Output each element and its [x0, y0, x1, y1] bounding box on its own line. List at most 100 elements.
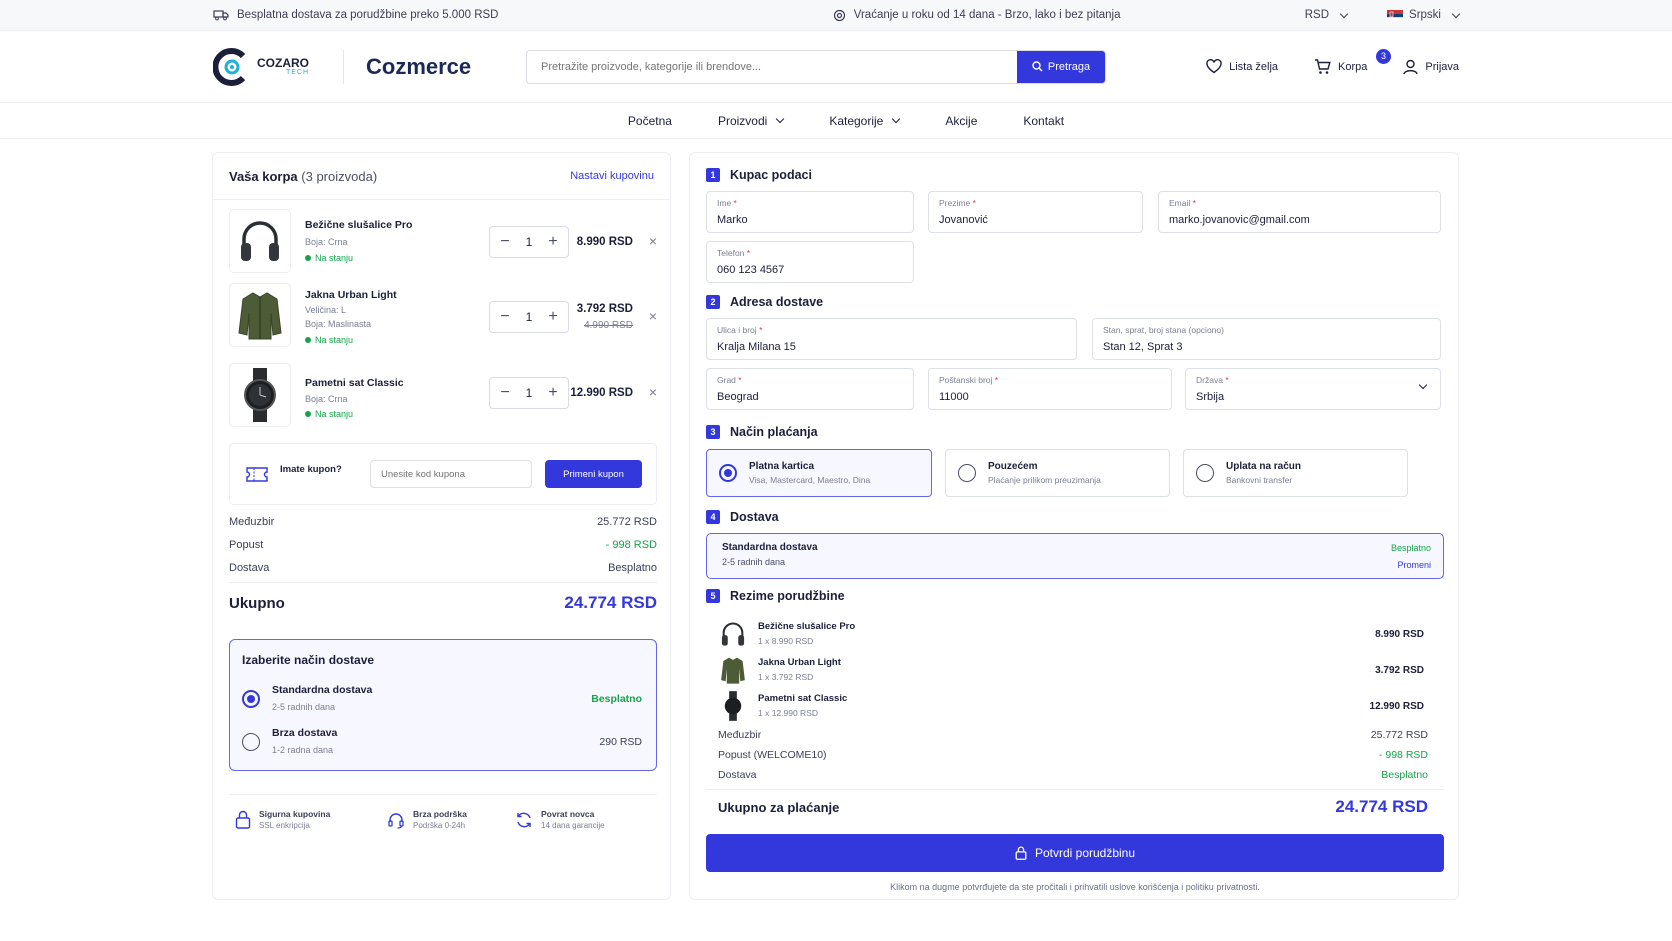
- stock-status: Na stanju: [305, 253, 353, 263]
- coupon-box: Imate kupon? Primeni kupon: [229, 443, 657, 505]
- watch-icon: [244, 368, 276, 422]
- refresh-icon: [517, 812, 531, 827]
- cart-item-name[interactable]: Bežične slušalice Pro: [305, 219, 412, 231]
- discount-value: - 998 RSD: [1378, 749, 1428, 761]
- product-image: [229, 363, 291, 427]
- quantity-value[interactable]: 1: [526, 386, 533, 400]
- city-field[interactable]: Grad * Beograd: [706, 368, 914, 410]
- order-item: Jakna Urban Light 1 x 3.792 RSD 3.792 RS…: [716, 653, 1434, 687]
- user-icon: [1403, 59, 1419, 74]
- remove-item-button[interactable]: ×: [649, 384, 657, 400]
- brand-name[interactable]: Cozmerce: [366, 54, 526, 80]
- phone-field[interactable]: Telefon * 060 123 4567: [706, 241, 914, 283]
- delivery-time: 2-5 radnih dana: [722, 557, 786, 567]
- nav-item-home[interactable]: Početna: [628, 114, 672, 128]
- increase-button[interactable]: +: [546, 385, 560, 401]
- payment-subtitle: Visa, Mastercard, Maestro, Dina: [749, 475, 871, 485]
- topbar-selectors: RSD Srpski: [1304, 9, 1461, 21]
- wishlist-link[interactable]: Lista želja: [1206, 59, 1278, 74]
- street-field[interactable]: Ulica i broj * Kralja Milana 15: [706, 318, 1077, 360]
- headphones-icon: [241, 221, 279, 261]
- cozaro-logo-icon: [213, 47, 246, 86]
- radio-unselected[interactable]: [958, 464, 976, 482]
- total-label: Ukupno: [229, 594, 285, 612]
- order-item-name: Jakna Urban Light: [758, 657, 841, 668]
- continue-shopping-link[interactable]: Nastavi kupovinu: [570, 170, 654, 182]
- main-nav: Početna Proizvodi Kategorije Akcije Kont…: [0, 103, 1672, 139]
- currency-select[interactable]: RSD: [1304, 9, 1349, 21]
- remove-item-button[interactable]: ×: [649, 233, 657, 249]
- cozaro-logo[interactable]: COZARO TECH: [213, 47, 333, 87]
- radio-unselected[interactable]: [1196, 464, 1214, 482]
- field-label: Grad: [717, 375, 736, 385]
- postal-code-field[interactable]: Poštanski broj * 11000: [928, 368, 1172, 410]
- last-name-field[interactable]: Prezime * Jovanović: [928, 191, 1143, 233]
- login-label: Prijava: [1425, 60, 1459, 73]
- cart-item-price: 3.792 RSD: [576, 303, 633, 315]
- payment-bank-option[interactable]: Uplata na račun Bankovni transfer: [1183, 449, 1408, 497]
- chevron-down-icon: [1339, 9, 1349, 18]
- decrease-button[interactable]: −: [498, 234, 512, 250]
- shipping-option-express[interactable]: Brza dostava 1-2 radna dana 290 RSD: [242, 727, 642, 761]
- cart-item-name[interactable]: Jakna Urban Light: [305, 289, 397, 301]
- cart-item-color: Boja: Crna: [305, 237, 348, 247]
- section-title: Način plaćanja: [730, 425, 818, 439]
- radio-selected[interactable]: [242, 690, 260, 708]
- coupon-input[interactable]: [370, 460, 532, 488]
- cart-item-name[interactable]: Pametni sat Classic: [305, 377, 404, 389]
- nav-item-categories[interactable]: Kategorije: [829, 114, 901, 128]
- language-select[interactable]: Srpski: [1387, 9, 1461, 21]
- nav-item-products[interactable]: Proizvodi: [718, 114, 785, 128]
- currency-value: RSD: [1304, 9, 1330, 21]
- quantity-value[interactable]: 1: [526, 235, 533, 249]
- wishlist-label: Lista želja: [1229, 60, 1279, 73]
- nav-item-contact[interactable]: Kontakt: [1023, 114, 1064, 128]
- order-shipping-row: Dostava Besplatno: [718, 769, 1428, 781]
- order-item-name: Bežične slušalice Pro: [758, 621, 856, 632]
- first-name-field[interactable]: Ime * Marko: [706, 191, 914, 233]
- subtotal-value: 25.772 RSD: [1370, 729, 1428, 741]
- shipping-option-standard[interactable]: Standardna dostava 2-5 radnih dana Bespl…: [242, 684, 642, 718]
- top-bar: Besplatna dostava za porudžbine preko 5.…: [0, 0, 1672, 31]
- apartment-field[interactable]: Stan, sprat, broj stana (opciono) Stan 12…: [1092, 318, 1441, 360]
- login-link[interactable]: Prijava: [1403, 59, 1459, 75]
- payment-cod-option[interactable]: Pouzećem Plaćanje prilikom preuzimanja: [945, 449, 1170, 497]
- section-order-summary: 5 Rezime porudžbine: [706, 589, 845, 603]
- apply-coupon-button[interactable]: Primeni kupon: [545, 460, 642, 488]
- discount-label: Popust (WELCOME10): [718, 749, 827, 761]
- shipping-label: Dostava: [718, 769, 757, 781]
- increase-button[interactable]: +: [546, 309, 560, 325]
- cart-link[interactable]: Korpa 3: [1314, 48, 1392, 75]
- serbia-flag-icon: [1387, 9, 1404, 21]
- search-button[interactable]: Pretraga: [1017, 50, 1105, 83]
- quantity-value[interactable]: 1: [526, 310, 533, 324]
- email-field[interactable]: Email * marko.jovanovic@gmail.com: [1158, 191, 1441, 233]
- search-bar: Pretraga: [526, 49, 1106, 84]
- decrease-button[interactable]: −: [498, 385, 512, 401]
- headphones-icon: [721, 622, 745, 646]
- cart-count-label: (3 proizvoda): [301, 168, 378, 184]
- remove-item-button[interactable]: ×: [649, 308, 657, 324]
- increase-button[interactable]: +: [546, 234, 560, 250]
- radio-unselected[interactable]: [242, 733, 260, 751]
- divider: [706, 789, 1444, 790]
- delivery-price: Besplatno: [1390, 543, 1431, 553]
- payment-card-option[interactable]: Platna kartica Visa, Mastercard, Maestro,…: [706, 449, 932, 497]
- search-input[interactable]: [527, 50, 1017, 83]
- change-delivery-link[interactable]: Promeni: [1397, 560, 1431, 570]
- language-value: Srpski: [1409, 9, 1441, 21]
- decrease-button[interactable]: −: [498, 309, 512, 325]
- radio-selected[interactable]: [719, 464, 737, 482]
- nav-item-deals[interactable]: Akcije: [945, 114, 977, 128]
- field-value: Kralja Milana 15: [717, 341, 796, 353]
- country-select[interactable]: Država * Srbija: [1185, 368, 1441, 410]
- nav-label: Kontakt: [1023, 113, 1065, 128]
- stock-label: Na stanju: [315, 409, 354, 419]
- divider: [229, 582, 657, 583]
- subtotal-label: Međuzbir: [718, 729, 762, 741]
- section-title: Rezime porudžbine: [730, 589, 845, 603]
- cart-item-size: Veličina: L: [305, 305, 347, 315]
- trust-subtitle: 14 dana garancije: [541, 821, 605, 830]
- confirm-order-button[interactable]: Potvrdi porudžbinu: [706, 834, 1444, 872]
- status-dot: [305, 411, 311, 417]
